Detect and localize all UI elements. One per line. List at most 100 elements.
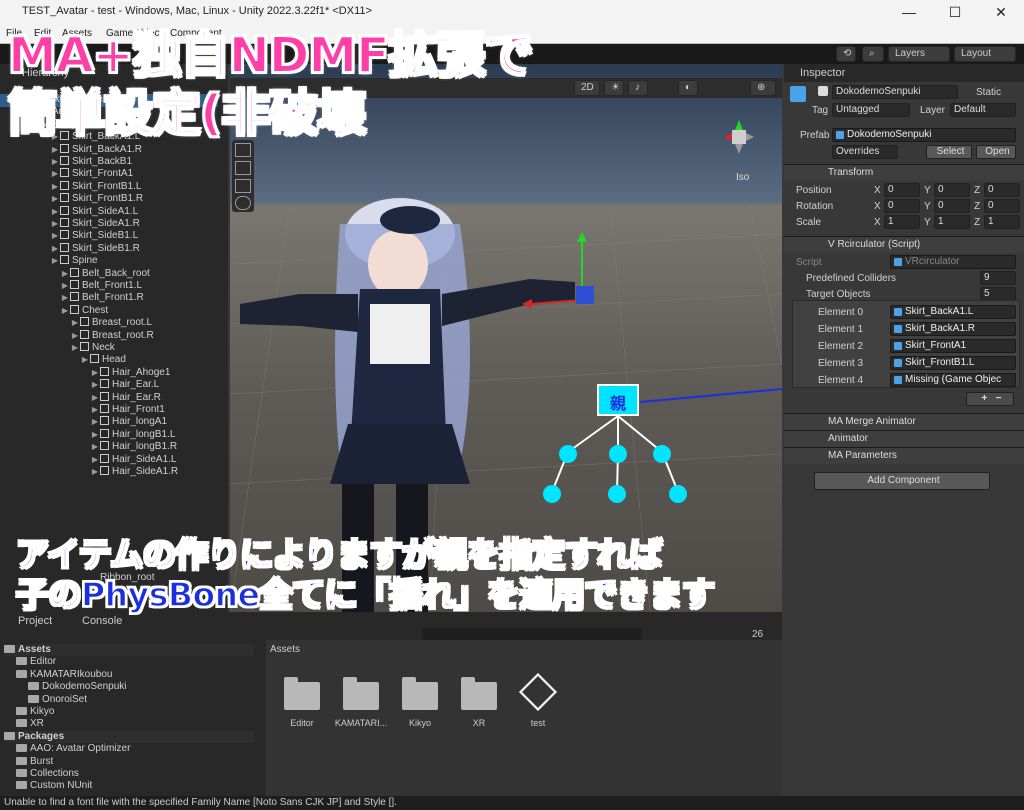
scale-x-field[interactable]: 1 [884, 215, 920, 229]
project-tree-item[interactable]: Editor [16, 656, 56, 668]
vrc-header[interactable]: V Rcirculator (Script) [784, 236, 1024, 253]
element-object-field[interactable]: Missing (Game Objec [890, 373, 1016, 387]
transform-tool-icon[interactable] [235, 196, 251, 210]
hierarchy-row[interactable]: ▶ Spine [0, 255, 220, 268]
hierarchy-row[interactable]: ▶ Skirt_SideB1.R [0, 242, 220, 256]
hierarchy-row[interactable]: ▶ Head [0, 354, 220, 367]
hierarchy-row[interactable]: ▶ Hair_Front1 [0, 404, 220, 417]
asset-folder-icon[interactable] [284, 677, 320, 710]
hierarchy-row[interactable]: ▶ Skirt_BackA1.R [0, 143, 220, 157]
hierarchy-row[interactable]: ▶ Hair_Ear.R [0, 391, 220, 405]
project-tree-item[interactable]: DokodemoSenpuki [28, 681, 127, 693]
expand-arrow-icon[interactable]: ▶ [60, 305, 70, 317]
layers-dropdown[interactable]: Layers [888, 46, 950, 62]
layer-dropdown[interactable]: Default [950, 103, 1016, 117]
expand-arrow-icon[interactable]: ▶ [90, 392, 100, 404]
lighting-icon[interactable]: ☀ [604, 80, 624, 96]
expand-arrow-icon[interactable]: ▶ [50, 144, 60, 156]
expand-arrow-icon[interactable]: ▶ [90, 416, 100, 428]
prefab-field[interactable]: DokodemoSenpuki [832, 128, 1016, 142]
hierarchy-row[interactable]: ▶ Skirt_BackB1 [0, 156, 220, 169]
add-component-button[interactable]: Add Component [814, 472, 990, 490]
list-add-remove[interactable]: + − [966, 392, 1014, 406]
mode-2d-button[interactable]: 2D [574, 80, 600, 96]
rotation-z-field[interactable]: 0 [984, 199, 1020, 213]
expand-arrow-icon[interactable]: ▶ [90, 454, 100, 466]
project-tree-item[interactable]: Assets [4, 644, 254, 656]
expand-arrow-icon[interactable]: ▶ [70, 317, 80, 329]
project-tree-item[interactable]: XR [16, 718, 44, 730]
expand-arrow-icon[interactable]: ▶ [90, 441, 100, 453]
search-icon[interactable]: ⌕ [862, 46, 884, 62]
hierarchy-row[interactable]: ▶ Hair_SideA1.R [0, 466, 220, 479]
hierarchy-row[interactable]: ▶ Skirt_FrontB1.R [0, 193, 220, 206]
transform-header[interactable]: Transform [784, 164, 1024, 181]
target-count-field[interactable]: 5 [980, 287, 1016, 301]
expand-arrow-icon[interactable]: ▶ [90, 466, 100, 478]
hierarchy-row[interactable]: ▶ Hair_longA1 [0, 416, 220, 429]
open-button[interactable]: Open [976, 145, 1016, 159]
maximize-button[interactable]: ☐ [932, 0, 978, 24]
move-tool-icon[interactable] [235, 143, 251, 157]
hierarchy-row[interactable]: ▶ Hair_longB1.R [0, 441, 220, 454]
expand-arrow-icon[interactable]: ▶ [90, 367, 100, 379]
expand-arrow-icon[interactable]: ▶ [90, 429, 100, 441]
gizmos-icon[interactable]: ⊕ [750, 80, 776, 96]
scale-z-field[interactable]: 1 [984, 215, 1020, 229]
asset-folder-icon[interactable] [343, 677, 379, 710]
project-tree-item[interactable]: Custom NUnit [16, 780, 92, 792]
hierarchy-row[interactable]: ▶ Skirt_SideA1.L [0, 205, 220, 219]
minimize-button[interactable]: — [886, 0, 932, 24]
element-object-field[interactable]: Skirt_FrontB1.L [890, 356, 1016, 370]
layout-dropdown[interactable]: Layout [954, 46, 1016, 62]
overrides-dropdown[interactable]: Overrides [832, 145, 898, 159]
element-object-field[interactable]: Skirt_BackA1.L [890, 305, 1016, 319]
position-y-field[interactable]: 0 [934, 183, 970, 197]
hierarchy-row[interactable]: ▶ Hair_longB1.L [0, 428, 220, 442]
rotation-y-field[interactable]: 0 [934, 199, 970, 213]
project-tree-item[interactable]: Packages [4, 730, 254, 743]
project-tree-item[interactable]: Burst [16, 756, 53, 768]
expand-arrow-icon[interactable]: ▶ [90, 379, 100, 391]
expand-arrow-icon[interactable]: ▶ [80, 354, 90, 366]
position-z-field[interactable]: 0 [984, 183, 1020, 197]
hierarchy-row[interactable]: ▶ Skirt_SideA1.R [0, 218, 220, 231]
expand-arrow-icon[interactable]: ▶ [50, 218, 60, 230]
component-header[interactable]: Animator [784, 430, 1024, 447]
expand-arrow-icon[interactable]: ▶ [70, 342, 80, 354]
hierarchy-row[interactable]: ▶ Skirt_SideB1.L [0, 230, 220, 243]
hierarchy-row[interactable]: ▶ Belt_Front1.R [0, 292, 220, 305]
asset-folder-icon[interactable] [461, 677, 497, 710]
expand-arrow-icon[interactable]: ▶ [60, 280, 70, 292]
predefined-count-field[interactable]: 9 [980, 271, 1016, 285]
unity-scene-icon[interactable] [518, 672, 558, 712]
history-icon[interactable]: ⟲ [836, 46, 856, 62]
hierarchy-row[interactable]: ▶ Belt_Back_root [0, 267, 220, 281]
hierarchy-row[interactable]: ▶ Hair_SideA1.L [0, 453, 220, 467]
hierarchy-row[interactable]: ▶ Breast_root.R [0, 329, 220, 343]
project-tree-item[interactable]: AAO: Avatar Optimizer [16, 743, 130, 755]
hidden-icon[interactable]: ◐ [678, 80, 698, 96]
expand-arrow-icon[interactable]: ▶ [50, 206, 60, 218]
hierarchy-row[interactable]: ▶ Hair_Ear.L [0, 379, 220, 392]
element-object-field[interactable]: Skirt_FrontA1 [890, 339, 1016, 353]
close-button[interactable]: ✕ [978, 0, 1024, 24]
hierarchy-row[interactable]: ▶ Skirt_FrontA1 [0, 168, 220, 181]
hierarchy-row[interactable]: ▶ Hair_Ahoge1 [0, 366, 220, 380]
rotate-tool-icon[interactable] [235, 161, 251, 175]
active-checkbox[interactable] [818, 86, 828, 96]
hierarchy-row[interactable]: ▶ Neck [0, 342, 220, 355]
component-header[interactable]: MA Merge Animator [784, 413, 1024, 430]
component-header[interactable]: MA Parameters [784, 447, 1024, 464]
expand-arrow-icon[interactable]: ▶ [50, 181, 60, 193]
scale-y-field[interactable]: 1 [934, 215, 970, 229]
project-tree-item[interactable]: OnoroiSet [28, 694, 87, 706]
asset-folder-icon[interactable] [402, 677, 438, 710]
expand-arrow-icon[interactable]: ▶ [50, 255, 60, 267]
hierarchy-row[interactable]: ▶ Breast_root.L [0, 317, 220, 330]
element-object-field[interactable]: Skirt_BackA1.R [890, 322, 1016, 336]
expand-arrow-icon[interactable]: ▶ [50, 230, 60, 242]
position-x-field[interactable]: 0 [884, 183, 920, 197]
expand-arrow-icon[interactable]: ▶ [50, 168, 60, 180]
hierarchy-row[interactable]: ▶ Belt_Front1.L [0, 280, 220, 293]
